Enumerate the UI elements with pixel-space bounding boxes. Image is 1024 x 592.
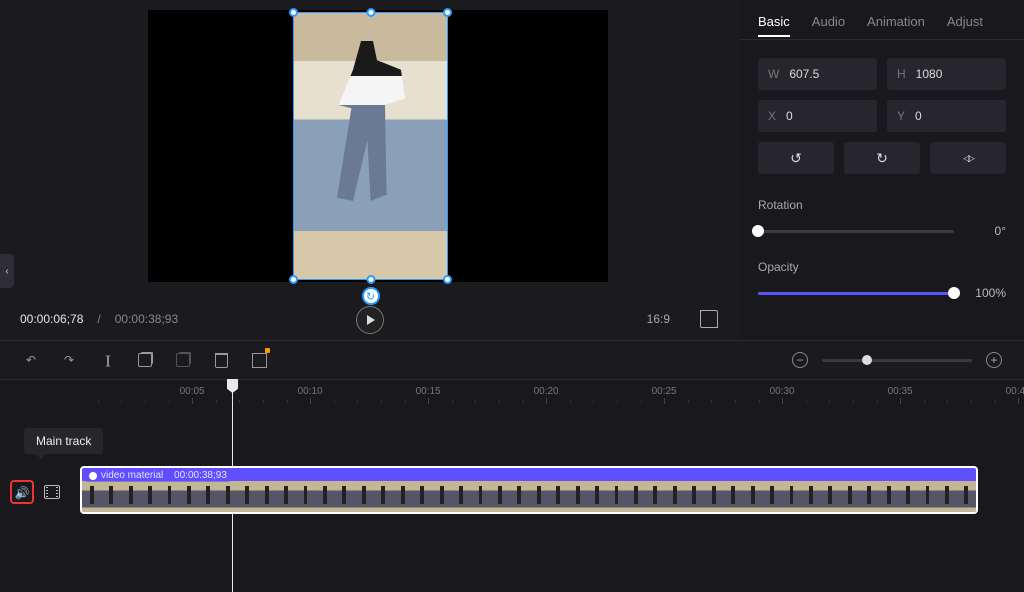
ruler-label: 00:10 — [298, 386, 323, 397]
clip-selection-frame[interactable] — [293, 12, 448, 280]
opacity-value: 100% — [966, 286, 1006, 300]
timeline-toolbar: − + — [0, 340, 1024, 380]
ruler-label: 00:25 — [652, 386, 677, 397]
current-time: 00:00:06;78 — [20, 312, 83, 326]
preview-pane: 00:00:06;78 / 00:00:38;93 16:9 — [0, 0, 740, 340]
total-time: 00:00:38;93 — [115, 312, 178, 326]
resize-handle-top-center[interactable] — [366, 8, 375, 17]
clip-thumbnails — [82, 481, 976, 512]
crop-button[interactable] — [250, 351, 268, 369]
clip-label: video material 00:00:38;93 — [86, 469, 230, 482]
opacity-slider[interactable] — [758, 292, 954, 295]
clip-duration: 00:00:38;93 — [174, 470, 227, 481]
h-label: H — [897, 67, 906, 81]
sound-icon — [15, 485, 30, 500]
resize-handle-bottom-left[interactable] — [289, 275, 298, 284]
expand-panel-tab[interactable] — [0, 254, 14, 288]
x-value: 0 — [786, 109, 793, 123]
rotation-label: Rotation — [758, 198, 1006, 212]
timeline-clip[interactable]: video material 00:00:38;93 — [80, 466, 978, 514]
play-button[interactable] — [356, 306, 384, 334]
track-type-icon — [42, 482, 62, 502]
paste-button[interactable] — [174, 351, 192, 369]
h-value: 1080 — [916, 67, 943, 81]
ruler-label: 00:30 — [770, 386, 795, 397]
zoom-out-button[interactable]: − — [792, 352, 808, 368]
rotation-slider[interactable] — [758, 230, 954, 233]
ruler-label: 00:15 — [416, 386, 441, 397]
track-mute-button[interactable] — [10, 480, 34, 504]
y-field[interactable]: Y 0 — [887, 100, 1006, 132]
delete-button[interactable] — [212, 351, 230, 369]
resize-handle-top-left[interactable] — [289, 8, 298, 17]
tab-audio[interactable]: Audio — [812, 14, 845, 29]
clip-name: video material — [101, 470, 163, 481]
inspector-divider — [740, 39, 1024, 40]
time-ruler[interactable]: 00:05 00:10 00:15 00:20 00:25 00:30 00:35 00:40 — [80, 380, 1024, 408]
opacity-label: Opacity — [758, 260, 1006, 274]
redo-button[interactable] — [60, 351, 78, 369]
height-field[interactable]: H 1080 — [887, 58, 1006, 90]
inspector-panel: Basic Audio Animation Adjust W 607.5 H 1… — [740, 0, 1024, 340]
rotate-cw-button[interactable] — [844, 142, 920, 174]
aspect-ratio[interactable]: 16:9 — [647, 312, 670, 326]
undo-button[interactable] — [22, 351, 40, 369]
zoom-slider[interactable] — [822, 359, 972, 362]
split-button[interactable] — [98, 351, 116, 369]
rotate-ccw-button[interactable] — [758, 142, 834, 174]
tab-basic[interactable]: Basic — [758, 14, 790, 29]
rotation-value: 0° — [966, 224, 1006, 238]
main-track-tooltip: Main track — [24, 428, 103, 454]
film-icon — [44, 485, 60, 499]
y-value: 0 — [915, 109, 922, 123]
y-label: Y — [897, 109, 905, 123]
copy-button[interactable] — [136, 351, 154, 369]
tab-adjust[interactable]: Adjust — [947, 14, 983, 29]
timecode-separator: / — [97, 312, 100, 326]
timecode: 00:00:06;78 / 00:00:38;93 — [20, 312, 178, 326]
rotate-handle[interactable] — [362, 287, 380, 305]
flip-horizontal-button[interactable] — [930, 142, 1006, 174]
resize-handle-top-right[interactable] — [443, 8, 452, 17]
track-header — [10, 480, 62, 504]
ruler-label: 00:20 — [534, 386, 559, 397]
zoom-in-button[interactable]: + — [986, 352, 1002, 368]
fullscreen-button[interactable] — [700, 310, 718, 328]
w-label: W — [768, 67, 779, 81]
resize-handle-bottom-right[interactable] — [443, 275, 452, 284]
ruler-label: 00:35 — [888, 386, 913, 397]
x-field[interactable]: X 0 — [758, 100, 877, 132]
ruler-label: 00:40 — [1006, 386, 1024, 397]
width-field[interactable]: W 607.5 — [758, 58, 877, 90]
timeline: 00:05 00:10 00:15 00:20 00:25 00:30 00:35 00:40… — [0, 380, 1024, 592]
resize-handle-bottom-center[interactable] — [366, 275, 375, 284]
w-value: 607.5 — [789, 67, 819, 81]
x-label: X — [768, 109, 776, 123]
tab-animation[interactable]: Animation — [867, 14, 925, 29]
inspector-tabs: Basic Audio Animation Adjust — [758, 14, 1006, 29]
ruler-label: 00:05 — [180, 386, 205, 397]
